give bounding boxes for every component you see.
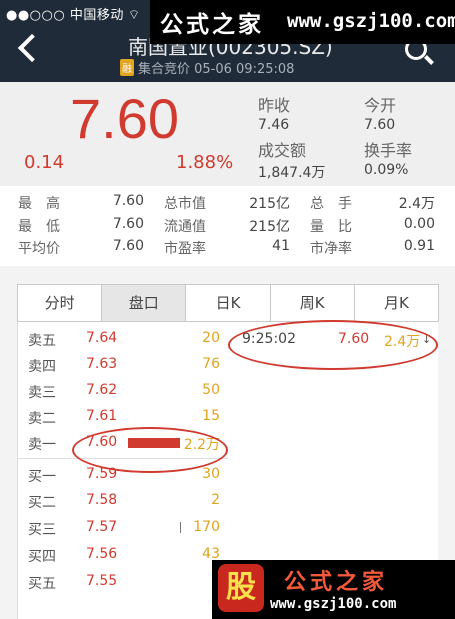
order-price: 7.55 — [86, 573, 118, 589]
watermark-top: 公式之家 www.gszj100.com — [150, 0, 455, 44]
highlight-ellipse — [228, 320, 438, 370]
stat-value: 7.60 — [112, 216, 144, 232]
prev-close-label: 昨收 — [258, 96, 291, 115]
stat-value: 215亿 — [249, 219, 290, 235]
subtitle: 融 集合竞价 05-06 09:25:08 — [120, 58, 294, 77]
order-volume: 15 — [202, 408, 220, 424]
order-price: 7.58 — [86, 492, 118, 508]
stat-label: 最 低 — [18, 219, 60, 235]
status-bar: ●●○○○ 中国移动 ⌔ — [6, 4, 141, 23]
open-label: 今开 — [364, 96, 397, 115]
order-row: 买三 7.57 170 — [18, 515, 228, 541]
order-volume: 2 — [211, 492, 220, 508]
order-volume: 76 — [202, 356, 220, 372]
stat-label: 平均价 — [18, 241, 60, 257]
margin-badge: 融 — [120, 59, 134, 76]
highlight-ellipse — [72, 427, 228, 473]
open: 今开 7.60 — [364, 92, 396, 133]
logo-icon: 股 — [218, 564, 264, 612]
watermark-bottom: 股 公式之家 www.gszj100.com — [212, 560, 455, 619]
stat-label: 总 手 — [310, 196, 352, 212]
order-volume: 20 — [202, 330, 220, 346]
back-icon[interactable] — [17, 33, 47, 63]
stats-row: 平均价 7.60 市盈率 41 市净率 0.91 — [0, 238, 455, 262]
carrier-text: ●●○○○ 中国移动 — [6, 8, 124, 23]
stat-value: 41 — [272, 238, 290, 254]
order-row: 买四 7.56 43 — [18, 542, 228, 568]
order-label: 卖一 — [28, 437, 56, 453]
stat-value: 0.91 — [403, 238, 435, 254]
order-price: 7.57 — [86, 519, 118, 535]
watermark-cn: 公式之家 — [284, 570, 389, 595]
order-label: 卖二 — [28, 411, 56, 427]
order-label: 卖四 — [28, 359, 56, 375]
stats-grid: 最 高 7.60 总市值 215亿 总 手 2.4万 最 低 7.60 流通值 … — [0, 186, 455, 267]
stat-value: 2.4万 — [398, 196, 435, 212]
stat-label: 总市值 — [164, 196, 206, 212]
order-price: 7.56 — [86, 546, 118, 562]
order-label: 买四 — [28, 549, 56, 565]
watermark-url: www.gszj100.com — [287, 10, 455, 32]
stats-row: 最 低 7.60 流通值 215亿 量 比 0.00 — [0, 216, 455, 240]
order-row: 卖三 7.62 50 — [18, 378, 228, 404]
order-volume: 30 — [202, 466, 220, 482]
turnover-rate-value: 0.09% — [364, 162, 409, 178]
turnover-rate-label: 换手率 — [364, 141, 413, 160]
turnover-label: 成交额 — [258, 141, 307, 160]
tab-orderbook[interactable]: 盘口 — [102, 285, 187, 321]
open-value: 7.60 — [364, 117, 396, 133]
stat-label: 市盈率 — [164, 241, 206, 257]
order-row: 买五 7.55 — [18, 569, 228, 595]
prev-close: 昨收 7.46 — [258, 92, 290, 133]
order-price: 7.64 — [86, 330, 118, 346]
turnover-value: 1,847.4万 — [258, 165, 326, 181]
price-change: 0.14 — [24, 152, 65, 173]
watermark-url: www.gszj100.com — [270, 596, 397, 612]
order-label: 买三 — [28, 522, 56, 538]
prev-close-value: 7.46 — [258, 117, 290, 133]
tab-daily-k[interactable]: 日K — [186, 285, 271, 321]
stat-label: 最 高 — [18, 196, 60, 212]
order-label: 卖五 — [28, 333, 56, 349]
stat-value: 7.60 — [112, 238, 144, 254]
last-price: 7.60 — [70, 87, 179, 150]
turnover: 成交额 1,847.4万 — [258, 137, 325, 182]
watermark-cn: 公式之家 — [160, 12, 264, 38]
order-row: 卖五 7.64 20 — [18, 326, 228, 352]
tab-weekly-k[interactable]: 周K — [271, 285, 355, 321]
stats-row: 最 高 7.60 总市值 215亿 总 手 2.4万 — [0, 193, 455, 217]
auction-time: 集合竞价 05-06 09:25:08 — [138, 62, 295, 77]
order-volume: 170 — [193, 519, 220, 535]
quote-panel: 7.60 0.14 1.88% 昨收 7.46 今开 7.60 成交额 1,84… — [0, 82, 455, 186]
stat-value: 0.00 — [403, 216, 435, 232]
order-price: 7.62 — [86, 382, 118, 398]
order-row: 卖二 7.61 15 — [18, 404, 228, 430]
volume-bar — [180, 522, 181, 533]
order-label: 买二 — [28, 495, 56, 511]
stat-label: 流通值 — [164, 219, 206, 235]
tab-bar: 分时 盘口 日K 周K 月K — [17, 284, 439, 322]
order-label: 买五 — [28, 576, 56, 592]
stat-label: 量 比 — [310, 219, 352, 235]
order-price: 7.61 — [86, 408, 118, 424]
turnover-rate: 换手率 0.09% — [364, 137, 412, 178]
tab-monthly-k[interactable]: 月K — [355, 285, 438, 321]
order-label: 卖三 — [28, 385, 56, 401]
stat-value: 7.60 — [112, 193, 144, 209]
stat-label: 市净率 — [310, 241, 352, 257]
order-label: 买一 — [28, 469, 56, 485]
order-volume: 50 — [202, 382, 220, 398]
wifi-icon: ⌔ — [127, 8, 141, 23]
stat-value: 215亿 — [249, 196, 290, 212]
order-row: 卖四 7.63 76 — [18, 352, 228, 378]
price-change-pct: 1.88% — [176, 152, 234, 173]
order-row: 买二 7.58 2 — [18, 488, 228, 514]
tab-timeshare[interactable]: 分时 — [18, 285, 103, 321]
order-price: 7.63 — [86, 356, 118, 372]
